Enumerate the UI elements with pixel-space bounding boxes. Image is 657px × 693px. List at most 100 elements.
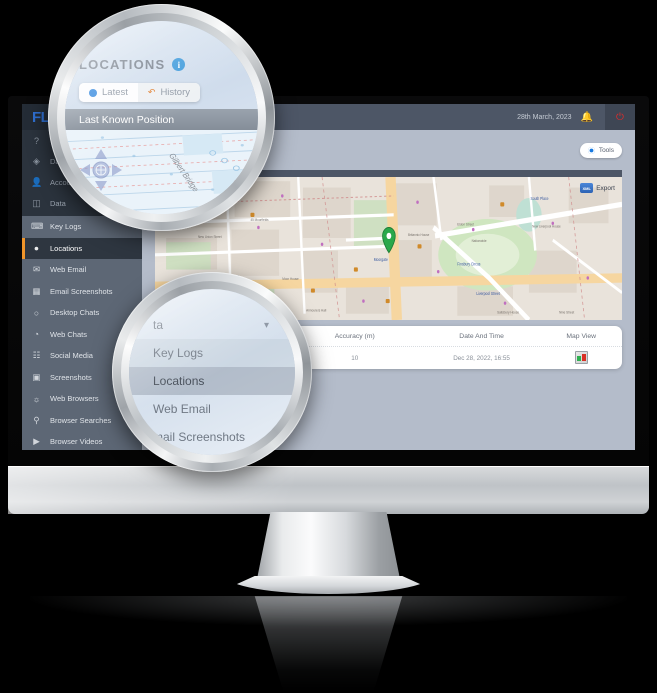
svg-text:Nine Street: Nine Street xyxy=(559,310,574,315)
chevron-down-icon[interactable]: ▾ xyxy=(264,320,269,331)
menu-item-email-screenshots[interactable]: mail Screenshots xyxy=(129,423,295,451)
svg-text:Moorgate: Moorgate xyxy=(374,257,388,263)
svg-text:Britannic House: Britannic House xyxy=(408,232,429,237)
menu-item-key-logs[interactable]: Key Logs xyxy=(129,339,295,367)
svg-text:Armourers Hall: Armourers Hall xyxy=(306,308,326,313)
help-icon: ? xyxy=(33,135,39,146)
svg-text:Liverpool Street: Liverpool Street xyxy=(476,290,500,296)
table-cell-datetime: Dec 28, 2022, 16:55 xyxy=(453,354,510,362)
web-chat-icon: ◔ xyxy=(33,329,40,340)
export-button[interactable]: XML Export xyxy=(580,183,615,193)
svg-text:45 Moorfields: 45 Moorfields xyxy=(250,218,268,223)
menu-item-web-email[interactable]: Web Email xyxy=(129,395,295,423)
globe-icon: ☼ xyxy=(32,393,41,404)
page-title: LOCATIONS xyxy=(79,57,166,72)
sidebar-item-label: Social Media xyxy=(50,351,93,361)
svg-text:Finsbury Circus: Finsbury Circus xyxy=(457,261,480,267)
magnified-menu-content: ta ▾ Key Logs Locations Web Email mail S… xyxy=(129,289,295,455)
magnified-locations-content: LOCATIONS i Latest ↶ History Last Known … xyxy=(65,21,258,214)
svg-text:Salisbury House: Salisbury House xyxy=(497,310,519,315)
sidebar-item-label: Web Chats xyxy=(50,329,87,339)
sidebar-item-label: Locations xyxy=(50,243,83,253)
sidebar-item-email-screenshots[interactable]: ▦ Email Screenshots xyxy=(22,281,142,303)
section-bar-last-known-position: Last Known Position xyxy=(65,109,258,130)
blue-dot-icon xyxy=(89,88,97,97)
tab-history-label: History xyxy=(160,87,190,98)
power-icon[interactable]: ⏻ xyxy=(605,104,635,130)
image-mail-icon: ▦ xyxy=(32,285,41,296)
sidebar-item-desktop-chats[interactable]: ○ Desktop Chats xyxy=(22,302,142,324)
brand-logo: FL xyxy=(32,108,50,126)
section-bar-label: Last Known Position xyxy=(79,113,175,126)
pin-icon: ● xyxy=(33,243,40,254)
pan-control-icon[interactable] xyxy=(79,148,123,192)
tab-history[interactable]: ↶ History xyxy=(137,83,200,102)
menu-item-data[interactable]: ta ▾ xyxy=(129,311,295,339)
magnifier-locations-panel: LOCATIONS i Latest ↶ History Last Known … xyxy=(48,4,275,231)
monitor-chin xyxy=(8,466,649,514)
envelope-icon: ✉ xyxy=(32,264,41,275)
video-icon: ▶ xyxy=(33,436,40,447)
monitor-stand-foot xyxy=(226,576,431,594)
monitor-stand-neck xyxy=(256,512,401,584)
table-header-cell: Map View xyxy=(566,332,597,340)
database-icon: ◫ xyxy=(32,198,41,208)
sidebar-item-browser-videos[interactable]: ▶ Browser Videos xyxy=(22,431,142,450)
tab-latest-label: Latest xyxy=(102,87,128,98)
svg-text:Eldon Street: Eldon Street xyxy=(457,222,474,227)
sidebar-item-label: Screenshots xyxy=(50,372,92,382)
menu-item-locations[interactable]: Locations xyxy=(129,367,295,395)
table-header-cell: Accuracy (m) xyxy=(334,332,375,340)
xml-export-icon: XML xyxy=(580,183,594,193)
table-cell-mapview[interactable] xyxy=(540,350,622,366)
zoom-plus-icon[interactable]: + xyxy=(92,198,109,214)
magnified-map[interactable]: Gilbert Bridge + xyxy=(65,130,258,214)
sidebar-item-locations[interactable]: ● Locations xyxy=(22,237,142,259)
export-button-label: Export xyxy=(596,184,615,192)
monitor-scene: FL ? ◈ Dashboard 👤 Accounts xyxy=(0,0,657,693)
sidebar-item-label: Browser Videos xyxy=(50,437,103,447)
magnifier-glass: LOCATIONS i Latest ↶ History Last Known … xyxy=(65,21,258,214)
topbar-date: 28th March, 2023 xyxy=(517,113,572,121)
locations-panel-title-row: LOCATIONS i xyxy=(79,57,186,72)
info-icon[interactable]: i xyxy=(172,58,186,71)
user-icon: 👤 xyxy=(31,177,43,187)
people-icon: ☷ xyxy=(32,350,41,361)
sidebar-item-label: Key Logs xyxy=(50,222,82,232)
menu-item-label: Locations xyxy=(153,374,205,388)
keyboard-icon: ⌨ xyxy=(31,221,44,232)
map-thumbnail-icon[interactable] xyxy=(574,350,588,364)
latest-history-toggle: Latest ↶ History xyxy=(79,83,200,102)
dashboard-icon: ◈ xyxy=(33,156,40,166)
tools-button[interactable]: Tools xyxy=(579,142,622,158)
magnifier-glass: ta ▾ Key Logs Locations Web Email mail S… xyxy=(129,289,295,455)
tools-button-label: Tools xyxy=(598,146,614,154)
magnifier-sidebar-menu: ta ▾ Key Logs Locations Web Email mail S… xyxy=(112,272,312,472)
picture-icon: ▣ xyxy=(32,371,41,382)
svg-text:South Place: South Place xyxy=(531,196,549,202)
tools-gear-icon xyxy=(587,146,595,154)
table-header-cell: Date And Time xyxy=(459,332,504,340)
svg-text:New Liverpool House: New Liverpool House xyxy=(532,224,561,229)
menu-item-label: Web Email xyxy=(153,402,211,416)
magnified-menu-list: ta ▾ Key Logs Locations Web Email mail S… xyxy=(129,311,295,455)
menu-item-desktop-chats[interactable]: chats xyxy=(129,451,295,455)
menu-item-label: mail Screenshots xyxy=(153,430,246,444)
menu-item-label: Key Logs xyxy=(153,346,204,360)
sidebar-item-label: Web Browsers xyxy=(50,394,99,404)
sidebar-item-label: Data xyxy=(50,199,66,208)
tab-latest[interactable]: Latest xyxy=(79,83,138,102)
sidebar-item-label: Web Email xyxy=(50,265,87,275)
sidebar-item-label: Browser Searches xyxy=(50,415,112,425)
svg-text:New Union Street: New Union Street xyxy=(198,235,222,240)
bell-icon[interactable]: 🔔 xyxy=(581,112,593,123)
menu-item-label: ta xyxy=(153,318,164,332)
search-icon: ⚲ xyxy=(33,414,40,425)
history-undo-icon: ↶ xyxy=(147,87,156,97)
sidebar-item-label: Desktop Chats xyxy=(50,308,100,318)
svg-text:Nationwide: Nationwide xyxy=(472,239,487,244)
chat-icon: ○ xyxy=(33,307,40,318)
sidebar-item-label: Email Screenshots xyxy=(50,286,113,296)
sidebar-item-web-email[interactable]: ✉ Web Email xyxy=(22,259,142,281)
svg-text:Moor House: Moor House xyxy=(282,277,298,282)
